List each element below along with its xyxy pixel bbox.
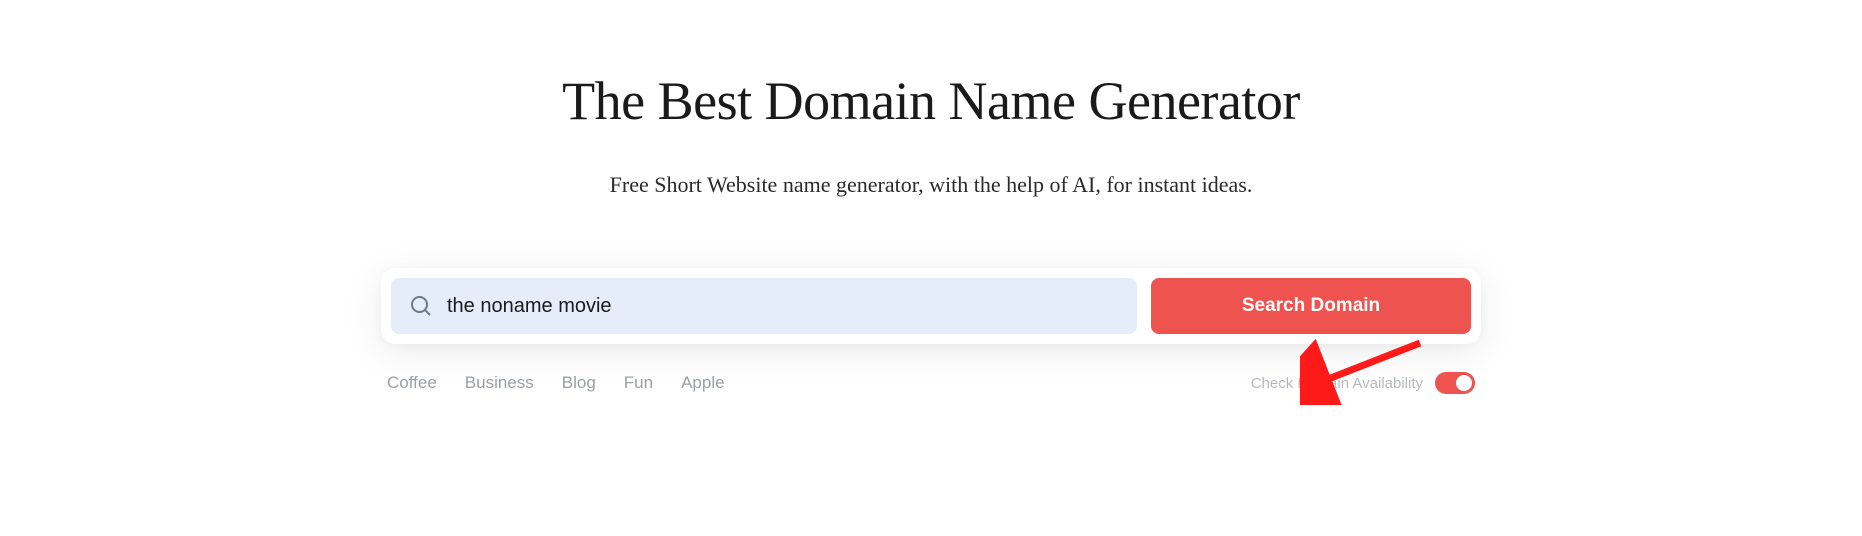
suggestion-tags: Coffee Business Blog Fun Apple: [387, 373, 725, 393]
search-icon: [409, 294, 433, 318]
search-domain-button[interactable]: Search Domain: [1151, 278, 1471, 334]
search-input-wrap: [391, 278, 1137, 334]
availability-toggle[interactable]: [1435, 372, 1475, 394]
search-input[interactable]: [447, 295, 1119, 318]
availability-toggle-wrap: Check Domain Availability: [1251, 372, 1475, 394]
availability-toggle-label: Check Domain Availability: [1251, 375, 1423, 392]
tag-business[interactable]: Business: [465, 373, 534, 393]
tag-fun[interactable]: Fun: [624, 373, 653, 393]
search-card: Search Domain: [381, 268, 1481, 344]
toggle-knob: [1456, 375, 1472, 391]
page-subtitle: Free Short Website name generator, with …: [381, 172, 1481, 198]
tag-blog[interactable]: Blog: [562, 373, 596, 393]
tag-coffee[interactable]: Coffee: [387, 373, 437, 393]
bottom-row: Coffee Business Blog Fun Apple Check Dom…: [381, 372, 1481, 394]
page-title: The Best Domain Name Generator: [381, 70, 1481, 132]
tag-apple[interactable]: Apple: [681, 373, 724, 393]
